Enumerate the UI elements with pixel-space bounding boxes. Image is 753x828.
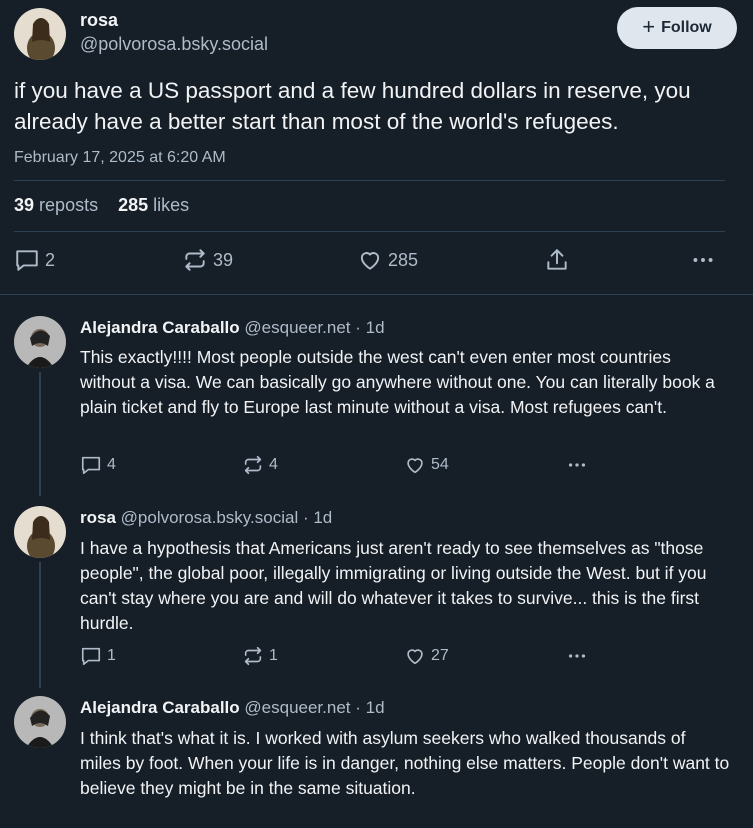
divider — [14, 231, 725, 232]
likes-stat[interactable]: 285 likes — [118, 195, 189, 216]
reply-count: 4 — [107, 456, 116, 473]
divider — [14, 180, 725, 181]
reply-icon — [81, 456, 101, 475]
post-age[interactable]: · 1d — [355, 698, 384, 717]
avatar[interactable] — [14, 316, 66, 368]
reposts-stat[interactable]: 39 reposts — [14, 195, 98, 216]
repost-count: 39 — [213, 249, 234, 270]
author-name[interactable]: rosa — [80, 508, 116, 527]
follow-label: Follow — [661, 19, 712, 36]
reply-count: 2 — [45, 249, 56, 270]
reply-header: Alejandra Caraballo @esqueer.net · 1d — [80, 318, 385, 338]
post-stats: 39 reposts 285 likes — [14, 195, 189, 216]
repost-count: 4 — [269, 456, 278, 473]
repost-button[interactable]: 39 — [182, 247, 233, 273]
author-handle[interactable]: @esqueer.net — [244, 698, 350, 717]
reply-header: rosa @polvorosa.bsky.social · 1d — [80, 508, 332, 528]
reply-post: Alejandra Caraballo @esqueer.net · 1d I … — [0, 686, 753, 828]
post-text: I have a hypothesis that Americans just … — [80, 538, 707, 633]
more-button[interactable] — [566, 645, 588, 667]
reply-button[interactable]: 2 — [14, 247, 55, 273]
author-name[interactable]: Alejandra Caraballo — [80, 698, 240, 717]
like-button[interactable]: 27 — [404, 645, 449, 667]
share-icon — [547, 249, 567, 270]
repost-icon — [244, 646, 262, 666]
more-icon — [568, 654, 586, 658]
reply-post: Alejandra Caraballo @esqueer.net · 1d Th… — [0, 296, 753, 496]
post-actions: 4 4 54 — [80, 454, 600, 478]
avatar[interactable] — [14, 8, 66, 60]
reply-button[interactable]: 4 — [80, 454, 116, 476]
author-handle[interactable]: @polvorosa.bsky.social — [121, 508, 299, 527]
follow-button[interactable]: + Follow — [617, 7, 737, 49]
main-post: rosa @polvorosa.bsky.social + Follow if … — [0, 0, 753, 295]
post-age[interactable]: · 1d — [303, 508, 332, 527]
reply-count: 1 — [107, 647, 116, 664]
more-icon — [568, 463, 586, 467]
plus-icon: + — [642, 14, 656, 39]
post-text: I think that's what it is. I worked with… — [80, 728, 730, 798]
thread-page: rosa @polvorosa.bsky.social + Follow if … — [0, 0, 753, 828]
post-actions: 2 39 285 — [14, 247, 724, 277]
repost-button[interactable]: 4 — [242, 454, 278, 476]
author-name[interactable]: rosa — [80, 10, 118, 31]
repost-count: 1 — [269, 647, 278, 664]
more-icon — [693, 258, 713, 262]
author-handle[interactable]: @esqueer.net — [244, 318, 350, 337]
reply-header: Alejandra Caraballo @esqueer.net · 1d — [80, 698, 385, 718]
like-icon — [360, 252, 380, 270]
post-actions: 1 1 27 — [80, 645, 600, 669]
more-button[interactable] — [566, 454, 588, 476]
post-text: This exactly!!!! Most people outside the… — [80, 347, 715, 417]
like-button[interactable]: 285 — [357, 247, 418, 273]
reply-button[interactable]: 1 — [80, 645, 116, 667]
repost-icon — [244, 455, 262, 475]
author-handle[interactable]: @polvorosa.bsky.social — [80, 34, 268, 55]
repost-button[interactable]: 1 — [242, 645, 278, 667]
author-name[interactable]: Alejandra Caraballo — [80, 318, 240, 337]
post-timestamp[interactable]: February 17, 2025 at 6:20 AM — [14, 149, 226, 167]
repost-icon — [185, 249, 205, 271]
reply-icon — [16, 250, 38, 271]
share-button[interactable] — [544, 247, 570, 273]
like-icon — [407, 458, 423, 474]
reply-icon — [81, 647, 101, 666]
post-age[interactable]: · 1d — [355, 318, 384, 337]
like-count: 54 — [431, 456, 449, 473]
avatar[interactable] — [14, 696, 66, 748]
like-count: 285 — [388, 249, 419, 270]
post-text: if you have a US passport and a few hund… — [14, 78, 691, 134]
more-button[interactable] — [690, 247, 716, 273]
reply-post: rosa @polvorosa.bsky.social · 1d I have … — [0, 496, 753, 686]
avatar[interactable] — [14, 506, 66, 558]
like-button[interactable]: 54 — [404, 454, 449, 476]
like-icon — [407, 649, 423, 665]
like-count: 27 — [431, 647, 449, 664]
